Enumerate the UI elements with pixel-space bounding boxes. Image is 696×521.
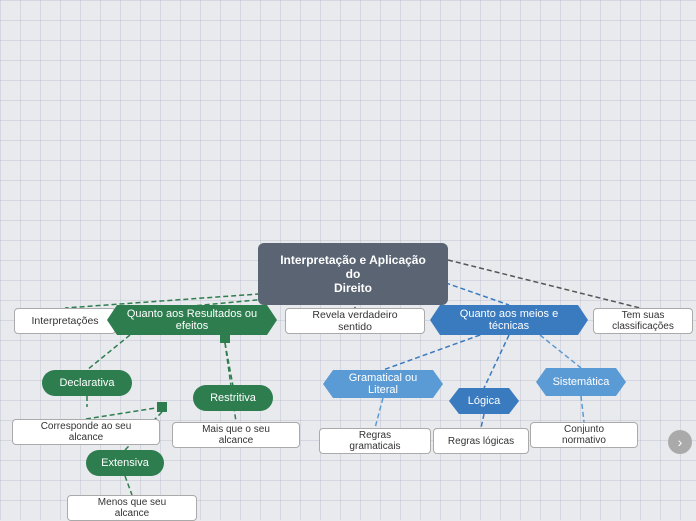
connector-square-2	[157, 402, 167, 412]
node-mais-alcance[interactable]: Mais que o seu alcance	[172, 422, 300, 448]
node-interpretacoes[interactable]: Interpretações	[14, 308, 116, 334]
node-tem-classificacoes[interactable]: Tem suas classificações	[593, 308, 693, 334]
node-sistematica[interactable]: Sistemática	[536, 368, 626, 396]
node-corresponde[interactable]: Corresponde ao seu alcance	[12, 419, 160, 445]
expand-right-button[interactable]: ›	[668, 430, 692, 454]
node-menos-alcance[interactable]: Menos que seu alcance	[67, 495, 197, 521]
node-extensiva[interactable]: Extensiva	[86, 450, 164, 476]
node-quanto-resultados[interactable]: Quanto aos Resultados ou efeitos	[107, 305, 277, 335]
node-restritiva[interactable]: Restritiva	[193, 385, 273, 411]
node-revela[interactable]: Revela verdadeiro sentido	[285, 308, 425, 334]
connector-square-1	[220, 333, 230, 343]
node-regras-gram[interactable]: Regras gramaticais	[319, 428, 431, 454]
node-logica[interactable]: Lógica	[449, 388, 519, 414]
node-conjunto-norm[interactable]: Conjunto normativo	[530, 422, 638, 448]
node-gramatical[interactable]: Gramatical ou Literal	[323, 370, 443, 398]
node-regras-log[interactable]: Regras lógicas	[433, 428, 529, 454]
root-node[interactable]: Interpretação e Aplicação doDireito	[258, 243, 448, 305]
node-declarativa[interactable]: Declarativa	[42, 370, 132, 396]
node-quanto-meios[interactable]: Quanto aos meios e técnicas	[430, 305, 588, 335]
